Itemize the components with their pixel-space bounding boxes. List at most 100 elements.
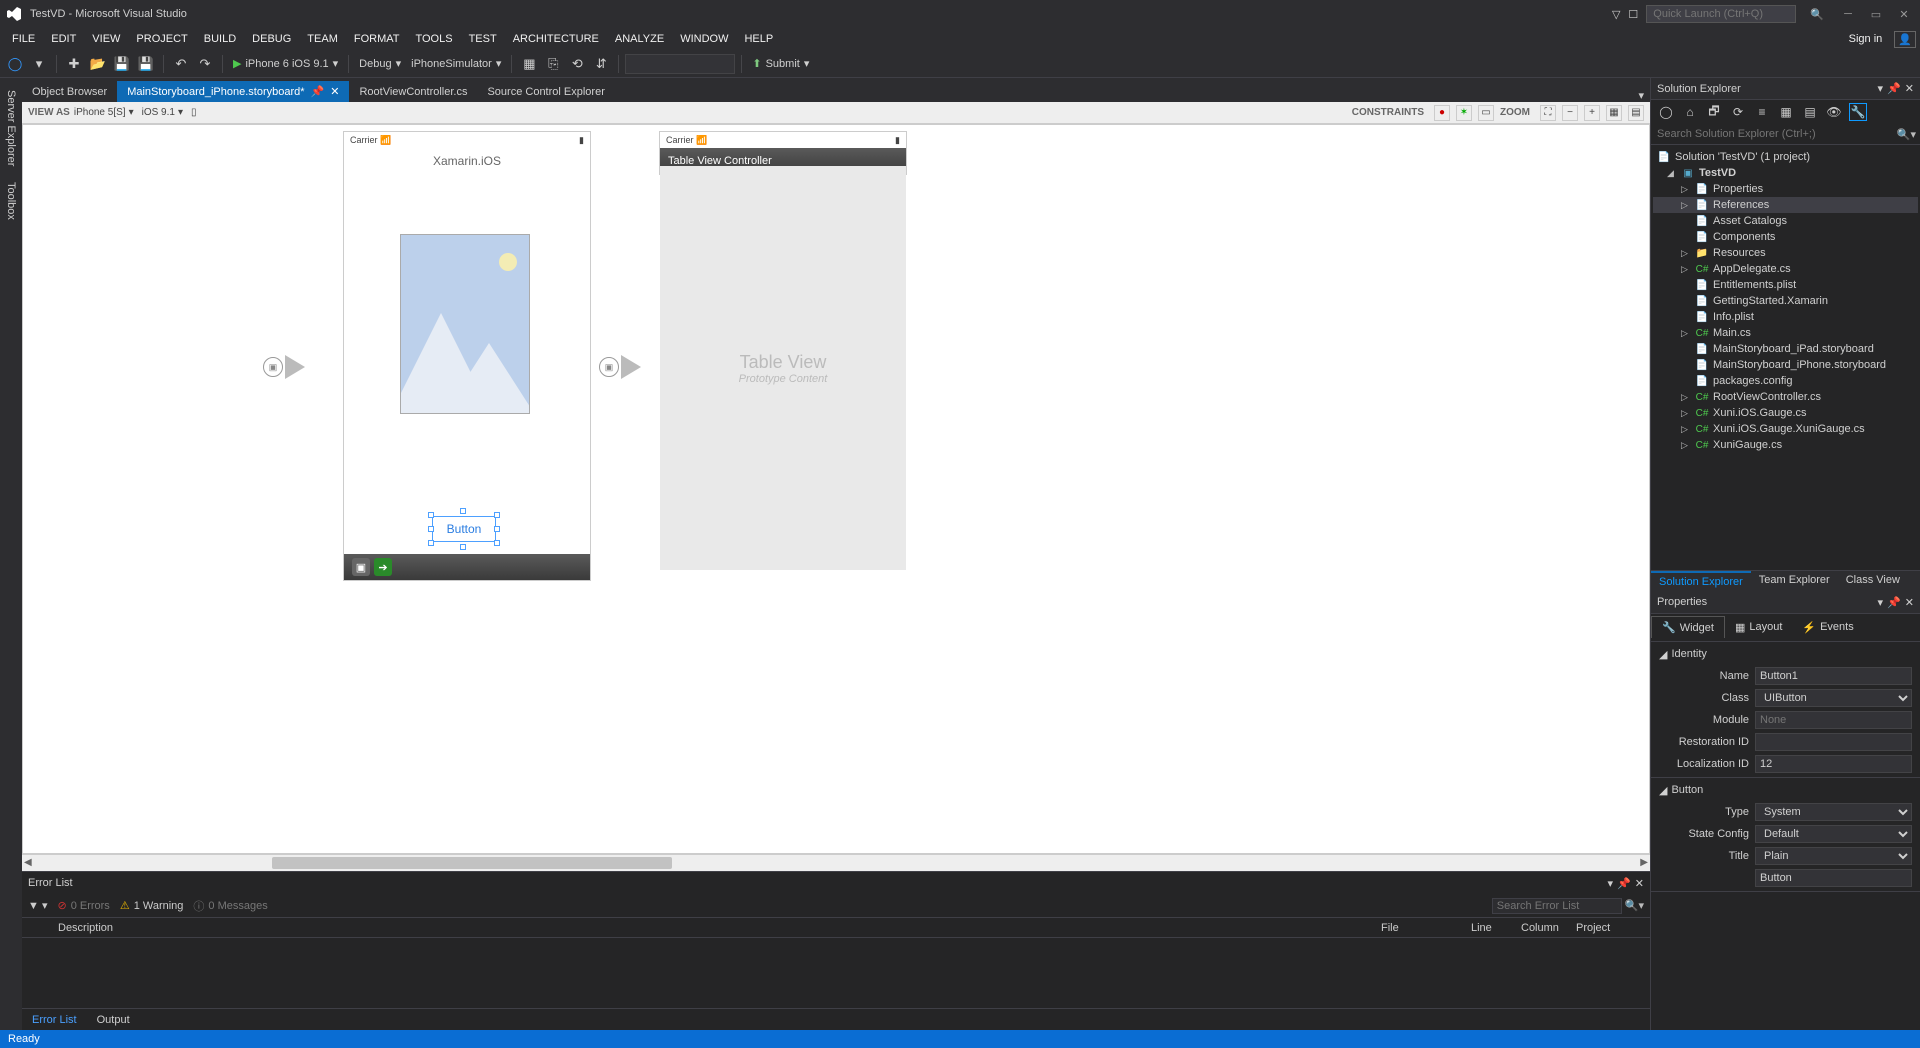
tree-item[interactable]: 📄Components [1653,229,1918,245]
tab-team-explorer[interactable]: Team Explorer [1751,571,1838,592]
tree-item[interactable]: ▷📄References [1653,197,1918,213]
tree-item[interactable]: 📄Info.plist [1653,309,1918,325]
panel-dropdown-icon[interactable]: ▾ [1878,596,1884,609]
title-text-input[interactable] [1755,869,1912,887]
menu-edit[interactable]: EDIT [43,31,84,47]
minimize-button[interactable]: ─ [1838,5,1858,23]
tree-item[interactable]: 📄Entitlements.plist [1653,277,1918,293]
prop-tab-events[interactable]: ⚡Events [1792,617,1863,638]
feedback-icon[interactable]: ☐ [1628,8,1638,21]
scroll-right-icon[interactable]: ▶ [1640,857,1648,868]
tree-item[interactable]: ▷C#AppDelegate.cs [1653,261,1918,277]
tree-item[interactable]: 📄GettingStarted.Xamarin [1653,293,1918,309]
se-properties-icon[interactable]: ▤ [1801,103,1819,121]
search-icon[interactable]: 🔍▾ [1897,128,1916,141]
zoom-grid-icon[interactable]: ▤ [1628,105,1644,121]
tree-item[interactable]: ▷C#Xuni.iOS.Gauge.XuniGauge.cs [1653,421,1918,437]
prop-tab-widget[interactable]: 🔧Widget [1651,616,1725,638]
maximize-button[interactable]: ▭ [1866,5,1886,23]
state-select[interactable]: Default [1755,825,1912,843]
se-sync-icon[interactable]: 🗗 [1705,103,1723,121]
resize-handle[interactable] [494,526,500,532]
tab-rootviewcontroller[interactable]: RootViewController.cs [349,82,477,102]
toolbox-tab[interactable]: Toolbox [5,178,17,224]
bottom-tab-output[interactable]: Output [87,1011,140,1029]
segue-arrow-2[interactable]: ▣ [599,355,641,379]
save-button[interactable]: 💾 [111,53,133,75]
panel-pin-icon[interactable]: 📌 [1887,596,1901,609]
close-tab-icon[interactable]: ✕ [330,85,339,98]
tab-class-view[interactable]: Class View [1838,571,1908,592]
tab-overflow-button[interactable]: ▾ [1632,89,1650,102]
project-node[interactable]: ◢▣TestVD [1653,165,1918,181]
toolbar-icon-3[interactable]: ⟲ [566,53,588,75]
se-showall-icon[interactable]: ▦ [1777,103,1795,121]
toolbar-icon-4[interactable]: ⇵ [590,53,612,75]
restoration-input[interactable] [1755,733,1912,751]
new-project-button[interactable]: ✚ [63,53,85,75]
tree-item[interactable]: 📄MainStoryboard_iPad.storyboard [1653,341,1918,357]
se-preview-icon[interactable]: 👁 [1825,103,1843,121]
redo-button[interactable]: ↷ [194,53,216,75]
bottom-tab-error-list[interactable]: Error List [22,1011,87,1029]
panel-close-icon[interactable]: ✕ [1635,877,1644,890]
name-input[interactable] [1755,667,1912,685]
menu-build[interactable]: BUILD [196,31,244,47]
tree-item[interactable]: ▷C#XuniGauge.cs [1653,437,1918,453]
error-search-input[interactable] [1492,898,1622,914]
view-controller-scene[interactable]: Carrier 📶 ▮ Xamarin.iOS Button [343,131,591,581]
panel-close-icon[interactable]: ✕ [1905,82,1914,95]
resize-handle[interactable] [428,540,434,546]
design-canvas[interactable]: ▣ Carrier 📶 ▮ Xamarin.iOS Button [22,124,1650,854]
zoom-in-icon[interactable]: + [1584,105,1600,121]
se-collapse-icon[interactable]: ≡ [1753,103,1771,121]
errors-filter[interactable]: ⊘0 Errors [57,899,109,912]
resize-handle[interactable] [494,512,500,518]
menu-debug[interactable]: DEBUG [244,31,299,47]
menu-test[interactable]: TEST [461,31,505,47]
tab-source-control[interactable]: Source Control Explorer [477,82,614,102]
tree-item[interactable]: 📄Asset Catalogs [1653,213,1918,229]
menu-team[interactable]: TEAM [299,31,346,47]
sign-in-link[interactable]: Sign in [1841,31,1891,47]
segue-arrow-1[interactable]: ▣ [263,355,305,379]
config-dropdown[interactable]: Debug ▾ [355,57,405,70]
nav-fwd-button[interactable]: ▾ [28,53,50,75]
class-select[interactable]: UIButton [1755,689,1912,707]
type-select[interactable]: System [1755,803,1912,821]
col-project[interactable]: Project [1570,922,1650,934]
pin-icon[interactable]: 📌 [311,85,325,98]
messages-filter[interactable]: ⓘ0 Messages [193,898,267,914]
search-icon[interactable]: 🔍▾ [1625,900,1644,912]
notification-icon[interactable]: ▽ [1612,8,1620,21]
solution-search-input[interactable] [1655,126,1893,142]
zoom-out-icon[interactable]: − [1562,105,1578,121]
toolbar-icon-1[interactable]: ▦ [518,53,540,75]
tree-item[interactable]: 📄packages.config [1653,373,1918,389]
resize-handle[interactable] [428,512,434,518]
search-icon[interactable]: 🔍 [1810,8,1824,21]
close-button[interactable]: ✕ [1894,5,1914,23]
solution-tree[interactable]: 📄Solution 'TestVD' (1 project) ◢▣TestVD … [1651,145,1920,570]
scene-dock[interactable]: ▣ ➔ [344,554,590,580]
horizontal-scrollbar[interactable]: ◀ ▶ [22,854,1650,871]
se-home-icon[interactable]: ⌂ [1681,103,1699,121]
tab-object-browser[interactable]: Object Browser [22,82,117,102]
scroll-left-icon[interactable]: ◀ [24,857,32,868]
resize-handle[interactable] [460,544,466,550]
identity-section[interactable]: ◢Identity [1651,644,1920,665]
constraint-icon-3[interactable]: ▭ [1478,105,1494,121]
exit-icon[interactable]: ➔ [374,558,392,576]
tab-storyboard[interactable]: MainStoryboard_iPhone.storyboard*📌✕ [117,81,349,102]
table-view-controller-scene[interactable]: Carrier 📶 ▮ Table View Prototype Content… [659,131,907,175]
menu-file[interactable]: FILE [4,31,43,47]
orientation-icon[interactable]: ▯ [191,107,197,118]
tree-item[interactable]: 📄MainStoryboard_iPhone.storyboard [1653,357,1918,373]
resize-handle[interactable] [428,526,434,532]
user-icon[interactable]: 👤 [1894,31,1916,48]
tab-solution-explorer[interactable]: Solution Explorer [1651,571,1751,592]
platform-dropdown[interactable]: iPhoneSimulator ▾ [407,57,505,70]
localization-input[interactable] [1755,755,1912,773]
panel-dropdown-icon[interactable]: ▾ [1878,82,1884,95]
quick-launch-input[interactable] [1646,5,1796,23]
